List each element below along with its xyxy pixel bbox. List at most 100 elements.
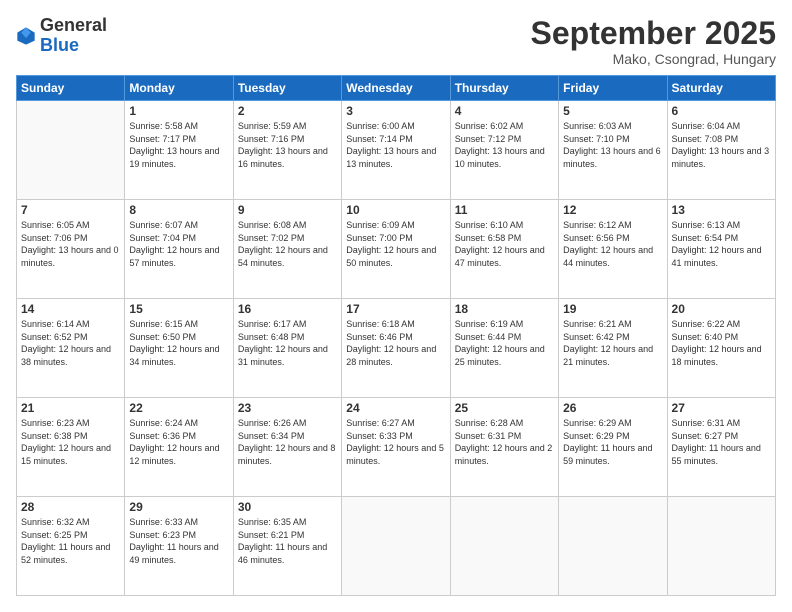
location-subtitle: Mako, Csongrad, Hungary	[531, 51, 776, 67]
calendar-cell	[450, 497, 558, 596]
sunrise-text: Sunrise: 6:27 AM	[346, 418, 415, 428]
day-info: Sunrise: 6:12 AM Sunset: 6:56 PM Dayligh…	[563, 219, 662, 269]
sunset-text: Sunset: 7:16 PM	[238, 134, 305, 144]
sunset-text: Sunset: 7:06 PM	[21, 233, 88, 243]
sunset-text: Sunset: 6:44 PM	[455, 332, 522, 342]
col-wednesday: Wednesday	[342, 76, 450, 101]
calendar-cell	[667, 497, 775, 596]
daylight-text: Daylight: 12 hours and 28 minutes.	[346, 344, 436, 367]
sunrise-text: Sunrise: 6:07 AM	[129, 220, 198, 230]
daylight-text: Daylight: 12 hours and 57 minutes.	[129, 245, 219, 268]
daylight-text: Daylight: 12 hours and 41 minutes.	[672, 245, 762, 268]
sunset-text: Sunset: 6:31 PM	[455, 431, 522, 441]
day-info: Sunrise: 6:23 AM Sunset: 6:38 PM Dayligh…	[21, 417, 120, 467]
daylight-text: Daylight: 12 hours and 44 minutes.	[563, 245, 653, 268]
sunrise-text: Sunrise: 6:04 AM	[672, 121, 741, 131]
day-number: 22	[129, 401, 228, 415]
sunset-text: Sunset: 7:17 PM	[129, 134, 196, 144]
sunset-text: Sunset: 6:23 PM	[129, 530, 196, 540]
calendar-cell: 4 Sunrise: 6:02 AM Sunset: 7:12 PM Dayli…	[450, 101, 558, 200]
calendar-week-row: 7 Sunrise: 6:05 AM Sunset: 7:06 PM Dayli…	[17, 200, 776, 299]
col-monday: Monday	[125, 76, 233, 101]
day-info: Sunrise: 6:26 AM Sunset: 6:34 PM Dayligh…	[238, 417, 337, 467]
calendar-cell: 12 Sunrise: 6:12 AM Sunset: 6:56 PM Dayl…	[559, 200, 667, 299]
calendar-header-row: Sunday Monday Tuesday Wednesday Thursday…	[17, 76, 776, 101]
day-info: Sunrise: 5:59 AM Sunset: 7:16 PM Dayligh…	[238, 120, 337, 170]
daylight-text: Daylight: 13 hours and 10 minutes.	[455, 146, 545, 169]
calendar-cell: 20 Sunrise: 6:22 AM Sunset: 6:40 PM Dayl…	[667, 299, 775, 398]
calendar-cell: 9 Sunrise: 6:08 AM Sunset: 7:02 PM Dayli…	[233, 200, 341, 299]
day-info: Sunrise: 6:19 AM Sunset: 6:44 PM Dayligh…	[455, 318, 554, 368]
sunset-text: Sunset: 6:36 PM	[129, 431, 196, 441]
daylight-text: Daylight: 13 hours and 19 minutes.	[129, 146, 219, 169]
day-info: Sunrise: 6:17 AM Sunset: 6:48 PM Dayligh…	[238, 318, 337, 368]
calendar-week-row: 1 Sunrise: 5:58 AM Sunset: 7:17 PM Dayli…	[17, 101, 776, 200]
calendar-table: Sunday Monday Tuesday Wednesday Thursday…	[16, 75, 776, 596]
col-friday: Friday	[559, 76, 667, 101]
sunrise-text: Sunrise: 6:35 AM	[238, 517, 307, 527]
day-number: 27	[672, 401, 771, 415]
sunrise-text: Sunrise: 6:14 AM	[21, 319, 90, 329]
sunset-text: Sunset: 6:34 PM	[238, 431, 305, 441]
calendar-cell: 6 Sunrise: 6:04 AM Sunset: 7:08 PM Dayli…	[667, 101, 775, 200]
col-tuesday: Tuesday	[233, 76, 341, 101]
day-info: Sunrise: 6:15 AM Sunset: 6:50 PM Dayligh…	[129, 318, 228, 368]
sunset-text: Sunset: 6:40 PM	[672, 332, 739, 342]
sunset-text: Sunset: 6:56 PM	[563, 233, 630, 243]
calendar-cell: 18 Sunrise: 6:19 AM Sunset: 6:44 PM Dayl…	[450, 299, 558, 398]
day-info: Sunrise: 6:07 AM Sunset: 7:04 PM Dayligh…	[129, 219, 228, 269]
sunrise-text: Sunrise: 6:00 AM	[346, 121, 415, 131]
daylight-text: Daylight: 13 hours and 3 minutes.	[672, 146, 770, 169]
sunrise-text: Sunrise: 6:22 AM	[672, 319, 741, 329]
calendar-cell: 13 Sunrise: 6:13 AM Sunset: 6:54 PM Dayl…	[667, 200, 775, 299]
sunrise-text: Sunrise: 6:19 AM	[455, 319, 524, 329]
day-number: 28	[21, 500, 120, 514]
day-number: 6	[672, 104, 771, 118]
sunset-text: Sunset: 6:54 PM	[672, 233, 739, 243]
day-number: 9	[238, 203, 337, 217]
sunrise-text: Sunrise: 6:10 AM	[455, 220, 524, 230]
sunset-text: Sunset: 6:38 PM	[21, 431, 88, 441]
daylight-text: Daylight: 11 hours and 55 minutes.	[672, 443, 761, 466]
daylight-text: Daylight: 11 hours and 49 minutes.	[129, 542, 218, 565]
day-info: Sunrise: 6:28 AM Sunset: 6:31 PM Dayligh…	[455, 417, 554, 467]
daylight-text: Daylight: 11 hours and 59 minutes.	[563, 443, 652, 466]
sunrise-text: Sunrise: 6:17 AM	[238, 319, 307, 329]
day-info: Sunrise: 6:29 AM Sunset: 6:29 PM Dayligh…	[563, 417, 662, 467]
sunset-text: Sunset: 6:25 PM	[21, 530, 88, 540]
sunrise-text: Sunrise: 6:05 AM	[21, 220, 90, 230]
sunset-text: Sunset: 7:04 PM	[129, 233, 196, 243]
page: General Blue September 2025 Mako, Csongr…	[0, 0, 792, 612]
day-number: 10	[346, 203, 445, 217]
daylight-text: Daylight: 12 hours and 15 minutes.	[21, 443, 111, 466]
calendar-week-row: 28 Sunrise: 6:32 AM Sunset: 6:25 PM Dayl…	[17, 497, 776, 596]
day-info: Sunrise: 6:32 AM Sunset: 6:25 PM Dayligh…	[21, 516, 120, 566]
sunset-text: Sunset: 6:46 PM	[346, 332, 413, 342]
calendar-cell: 11 Sunrise: 6:10 AM Sunset: 6:58 PM Dayl…	[450, 200, 558, 299]
sunrise-text: Sunrise: 5:59 AM	[238, 121, 307, 131]
sunrise-text: Sunrise: 6:21 AM	[563, 319, 632, 329]
calendar-cell: 16 Sunrise: 6:17 AM Sunset: 6:48 PM Dayl…	[233, 299, 341, 398]
day-number: 19	[563, 302, 662, 316]
day-info: Sunrise: 6:13 AM Sunset: 6:54 PM Dayligh…	[672, 219, 771, 269]
daylight-text: Daylight: 12 hours and 31 minutes.	[238, 344, 328, 367]
day-info: Sunrise: 5:58 AM Sunset: 7:17 PM Dayligh…	[129, 120, 228, 170]
sunset-text: Sunset: 7:12 PM	[455, 134, 522, 144]
calendar-week-row: 21 Sunrise: 6:23 AM Sunset: 6:38 PM Dayl…	[17, 398, 776, 497]
day-number: 20	[672, 302, 771, 316]
day-number: 14	[21, 302, 120, 316]
day-number: 15	[129, 302, 228, 316]
sunrise-text: Sunrise: 6:31 AM	[672, 418, 741, 428]
calendar-cell: 19 Sunrise: 6:21 AM Sunset: 6:42 PM Dayl…	[559, 299, 667, 398]
sunrise-text: Sunrise: 6:12 AM	[563, 220, 632, 230]
daylight-text: Daylight: 12 hours and 25 minutes.	[455, 344, 545, 367]
calendar-cell: 28 Sunrise: 6:32 AM Sunset: 6:25 PM Dayl…	[17, 497, 125, 596]
calendar-cell: 10 Sunrise: 6:09 AM Sunset: 7:00 PM Dayl…	[342, 200, 450, 299]
day-number: 7	[21, 203, 120, 217]
daylight-text: Daylight: 13 hours and 13 minutes.	[346, 146, 436, 169]
sunset-text: Sunset: 6:33 PM	[346, 431, 413, 441]
daylight-text: Daylight: 12 hours and 5 minutes.	[346, 443, 444, 466]
col-sunday: Sunday	[17, 76, 125, 101]
sunset-text: Sunset: 7:02 PM	[238, 233, 305, 243]
day-number: 3	[346, 104, 445, 118]
